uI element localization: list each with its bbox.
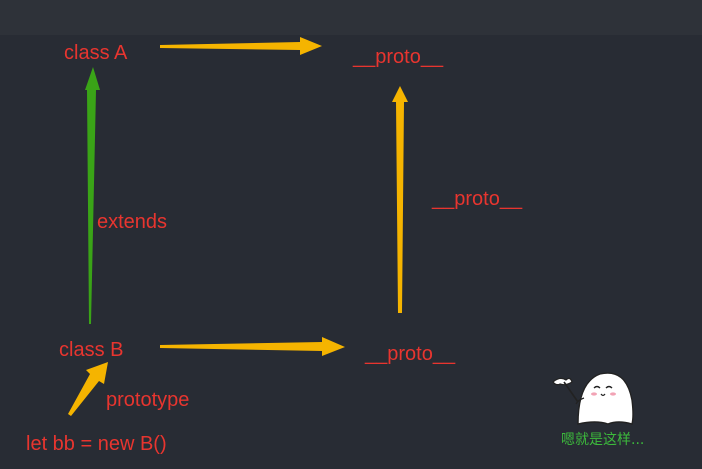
edge-label-extends: extends <box>97 211 168 233</box>
node-proto-top: __proto__ <box>353 46 444 68</box>
edge-label-prototype: prototype <box>106 389 190 411</box>
arrow-instance-to-class-b <box>68 362 108 416</box>
arrow-class-b-to-proto <box>160 337 345 356</box>
arrow-proto-vertical <box>392 86 408 313</box>
edge-label-proto: __proto__ <box>432 188 523 210</box>
node-proto-bottom: __proto__ <box>365 343 456 365</box>
arrow-class-a-to-proto <box>160 37 322 55</box>
node-class-b: class B <box>59 339 124 361</box>
node-instance: let bb = new B() <box>26 433 167 455</box>
caption-text: 嗯就是这样... <box>561 432 645 448</box>
ghost-waving-flag-icon <box>552 372 634 425</box>
arrow-extends <box>85 67 100 324</box>
node-class-a: class A <box>64 42 128 64</box>
